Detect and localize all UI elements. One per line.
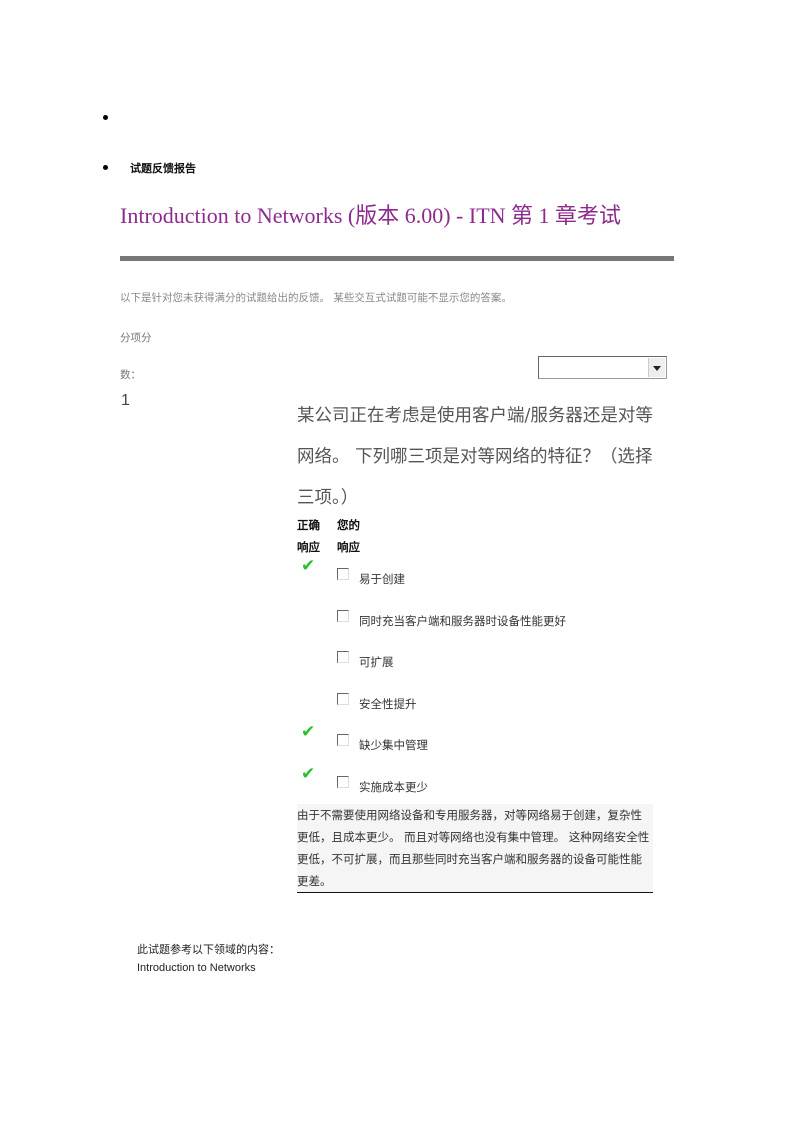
score-select[interactable]: [538, 356, 667, 379]
col-yours-header: 您的 响应: [337, 518, 360, 554]
option-label: 同时充当客户端和服务器时设备性能更好: [359, 613, 566, 628]
question-number: 1: [121, 392, 130, 409]
page-title: Introduction to Networks (版本 6.00) - ITN…: [120, 203, 622, 228]
intro-text: 以下是针对您未获得满分的试题给出的反馈。 某些交互式试题可能不显示您的答案。: [120, 292, 512, 304]
correct-check-icon: ✔: [301, 556, 316, 576]
option-label: 缺少集中管理: [359, 738, 428, 753]
option-label: 可扩展: [359, 655, 394, 670]
option-checkbox[interactable]: [337, 692, 349, 705]
option-checkbox[interactable]: [337, 568, 349, 580]
option-checkbox[interactable]: [337, 776, 349, 788]
option-label: 易于创建: [359, 572, 405, 586]
report-link[interactable]: 试题反馈报告: [130, 160, 196, 176]
score-label: 分项分: [120, 332, 152, 344]
reference-link[interactable]: Introduction to Networks: [137, 962, 256, 974]
option-label: 实施成本更少: [359, 780, 428, 794]
divider: [120, 256, 674, 261]
list-bullet: [103, 165, 108, 170]
list-bullet: [103, 115, 108, 120]
chevron-down-icon[interactable]: [648, 358, 665, 377]
score-label-2: 数：: [120, 369, 141, 381]
correct-check-icon: ✔: [301, 764, 316, 784]
col-correct-header: 正确 响应: [297, 518, 320, 554]
reference-label: 此试题参考以下领域的内容：: [137, 943, 280, 956]
question-text: 某公司正在考虑是使用客户端/服务器还是对等网络。 下列哪三项是对等网络的特征？（…: [297, 406, 653, 508]
correct-check-icon: ✔: [301, 722, 316, 743]
option-checkbox[interactable]: [337, 651, 349, 664]
explanation: 由于不需要使用网络设备和专用服务器，对等网络易于创建，复杂性更低，且成本更少。 …: [297, 804, 653, 893]
option-checkbox[interactable]: [337, 734, 349, 747]
page: 试题反馈报告 Introduction to Networks (版本 6.00…: [0, 0, 793, 1122]
option-checkbox[interactable]: [337, 609, 349, 622]
option-label: 安全性提升: [359, 696, 417, 711]
